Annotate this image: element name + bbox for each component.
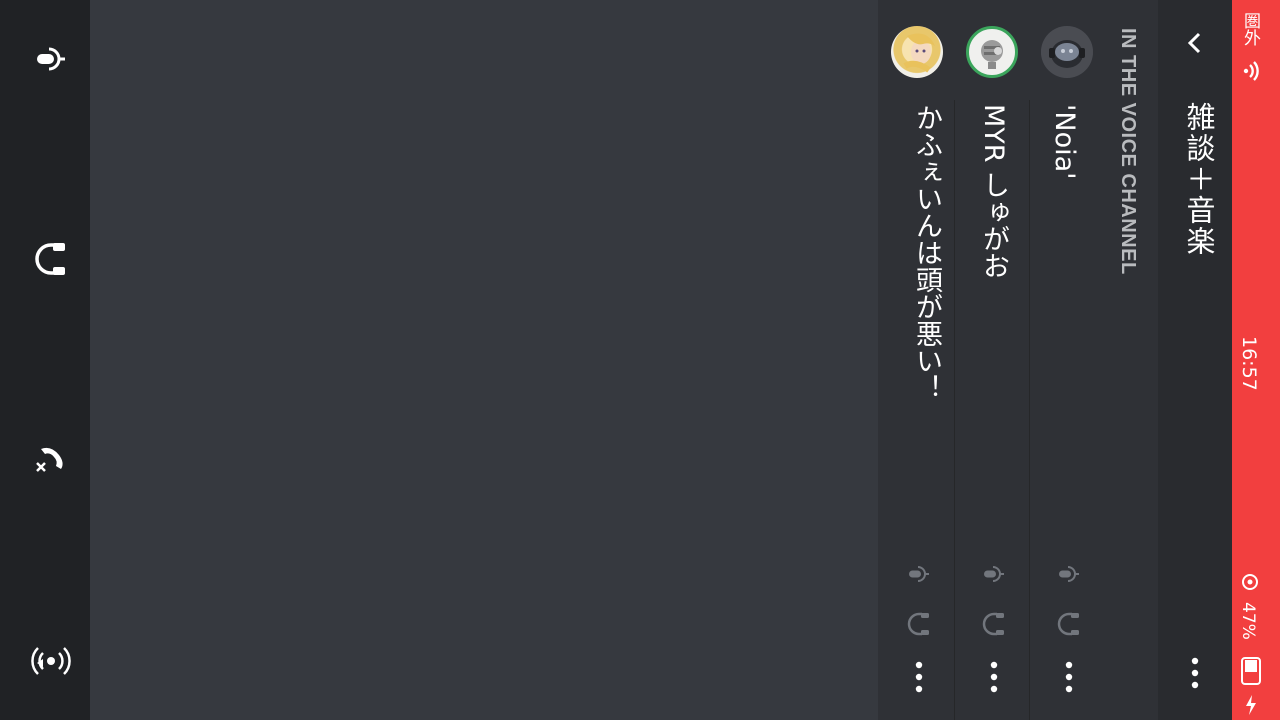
clock: 16:57 — [1238, 336, 1260, 391]
member-name: 'Noia' — [1049, 104, 1080, 180]
mute-microphone-button[interactable] — [20, 28, 82, 90]
more-vertical-icon — [1065, 661, 1073, 693]
row-divider — [954, 100, 955, 720]
member-row[interactable]: 'Noia' — [1031, 0, 1101, 720]
member-mute-button[interactable] — [1055, 560, 1083, 588]
battery-percent: 47% — [1238, 602, 1258, 640]
microphone-icon — [909, 566, 929, 582]
member-row[interactable]: かふぇいんは頭が悪い！ — [881, 0, 951, 720]
member-more-button[interactable] — [980, 660, 1008, 694]
avatar-speaking — [966, 26, 1018, 78]
more-vertical-icon — [990, 661, 998, 693]
battery-icon — [1240, 656, 1262, 694]
headphones-icon — [907, 612, 929, 636]
headphones-icon — [982, 612, 1004, 636]
more-vertical-icon — [1191, 657, 1199, 689]
voice-controls-bar — [0, 0, 90, 720]
chevron-left-icon — [1187, 32, 1201, 54]
disconnect-button[interactable] — [20, 428, 82, 490]
member-deafen-button[interactable] — [980, 610, 1008, 638]
channel-options-button[interactable] — [1182, 656, 1208, 690]
headphones-icon — [1057, 612, 1079, 636]
member-deafen-button[interactable] — [1055, 610, 1083, 638]
stream-button[interactable] — [20, 630, 82, 692]
disconnect-phone-icon — [36, 447, 63, 472]
microphone-icon — [984, 566, 1004, 582]
voice-main-area — [90, 0, 878, 720]
member-name: MYR しゅがお — [978, 104, 1009, 280]
member-mute-button[interactable] — [980, 560, 1008, 588]
headphones-icon — [35, 243, 65, 275]
row-divider — [1029, 100, 1030, 720]
microphone-icon — [1059, 566, 1079, 582]
section-header: IN THE VOICE CHANNEL — [1117, 28, 1139, 275]
member-row[interactable]: MYR しゅがお — [956, 0, 1026, 720]
system-status-bar: 圏外 16:57 47% — [1232, 0, 1280, 720]
avatar — [1041, 26, 1093, 78]
broadcast-icon — [31, 647, 71, 675]
wifi-icon — [1240, 60, 1262, 86]
member-mute-button[interactable] — [905, 560, 933, 588]
more-vertical-icon — [915, 661, 923, 693]
deafen-button[interactable] — [20, 228, 82, 290]
member-more-button[interactable] — [1055, 660, 1083, 694]
member-deafen-button[interactable] — [905, 610, 933, 638]
charging-icon — [1244, 694, 1258, 720]
members-panel: かふぇいんは頭が悪い！ MYR しゅがお 'Noia' — [878, 0, 1106, 720]
avatar — [891, 26, 943, 78]
microphone-icon — [37, 47, 65, 71]
member-name: かふぇいんは頭が悪い！ — [911, 104, 942, 401]
data-saver-icon — [1240, 572, 1260, 596]
channel-title: 雑談＋音楽 — [1182, 102, 1216, 257]
carrier-label: 圏外 — [1240, 12, 1260, 46]
back-button[interactable] — [1178, 26, 1212, 60]
member-more-button[interactable] — [905, 660, 933, 694]
